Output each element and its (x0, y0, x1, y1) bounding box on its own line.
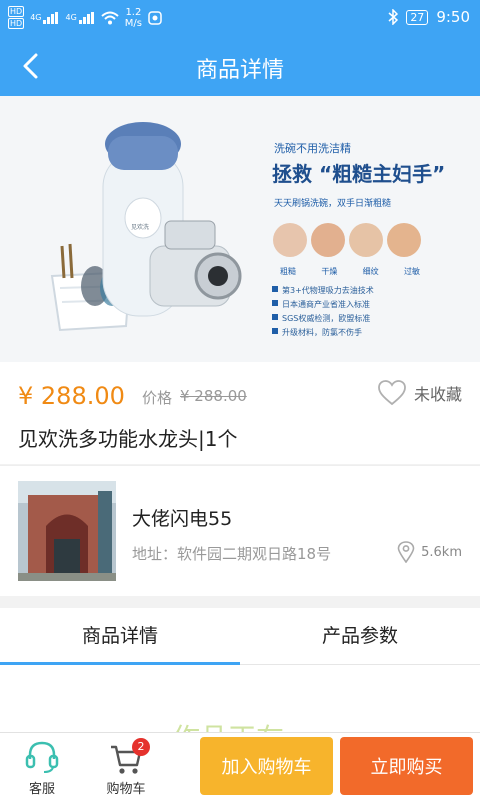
product-banner-image: 洗碗不用洗洁精 拯救 “粗糙主妇手” 天天刷锅洗碗，双手日渐粗糙 粗糙 干燥 细纹过… (0, 96, 480, 362)
detail-partial-text: 作品正在 (172, 717, 284, 732)
detail-tabs: 商品详情 产品参数 (0, 608, 480, 665)
favorite-button[interactable]: 未收藏 (378, 380, 462, 406)
network-type: 4G (65, 13, 77, 22)
add-to-cart-button[interactable]: 加入购物车 (200, 737, 333, 795)
headset-icon (25, 741, 59, 773)
banner-subline: 天天刷锅洗碗，双手日渐粗糙 (274, 199, 392, 209)
network-speed: 1.2 M/s (124, 6, 142, 29)
signal-icon (43, 11, 59, 24)
faucet-filter-icon (102, 122, 242, 317)
shop-distance: 5.6km (397, 541, 462, 563)
hd-badge: HD (8, 18, 25, 29)
cart-count-badge: 2 (132, 738, 150, 756)
banner-features: 第3+代物理吸力去油技术 日本通商产业省准入标准 SGS权威检测，欧盟标准 升级材料，… (282, 286, 374, 337)
page-title: 商品详情 (195, 58, 284, 83)
customer-service-button[interactable]: 客服 (2, 737, 82, 797)
shop-address: 地址：软件园二期观日路18号 (132, 545, 332, 563)
hand-swatch (349, 223, 383, 257)
hd-badge: HD (8, 6, 25, 17)
product-name: 见欢洗多功能水龙头|1个 (18, 427, 238, 451)
tab-product-params[interactable]: 产品参数 (240, 608, 480, 664)
brand-logo: 见欢洗 (131, 224, 150, 231)
network-type: 4G (30, 13, 42, 22)
clock: 9:50 (436, 8, 470, 26)
app-notification-icon (148, 10, 162, 25)
heart-icon (378, 380, 406, 406)
banner-tagline: 洗碗不用洗洁精 (274, 142, 351, 155)
shop-photo (18, 481, 116, 581)
product-illustration (50, 122, 421, 334)
shop-card[interactable]: 大佬闪电55 地址：软件园二期观日路18号 5.6km (0, 465, 480, 596)
product-price: ¥ 288.00 (18, 382, 125, 410)
tab-product-detail[interactable]: 商品详情 (0, 608, 240, 664)
original-price: ¥ 288.00 (180, 387, 247, 405)
battery-icon: 27 (406, 9, 429, 25)
hand-labels: 粗糙 干燥 细纹 过敏 (280, 267, 420, 276)
status-bar: HD HD 4G 4G 1.2 M/s 27 9:50 (0, 0, 480, 36)
location-pin-icon (397, 541, 415, 563)
original-price-label: 价格 (142, 389, 173, 407)
hd-indicators: HD HD (8, 6, 25, 29)
customer-service-label: 客服 (28, 782, 55, 797)
product-info: ¥ 288.00 价格 ¥ 288.00 未收藏 见欢洗多功能水龙头|1个 (0, 362, 480, 464)
cart-button[interactable]: 2 购物车 (86, 737, 166, 797)
hand-swatch (273, 223, 307, 257)
cart-label: 购物车 (106, 782, 146, 797)
hand-swatch (311, 223, 345, 257)
favorite-label: 未收藏 (413, 385, 462, 404)
buy-now-button[interactable]: 立即购买 (340, 737, 473, 795)
bluetooth-icon (388, 9, 399, 25)
detail-content: 作品正在 (0, 665, 480, 732)
banner-headline: 拯救 “粗糙主妇手” (272, 162, 446, 186)
signal-icon (78, 11, 95, 24)
shop-name: 大佬闪电55 (132, 508, 233, 530)
hand-swatch (387, 223, 421, 257)
wifi-icon (101, 11, 119, 24)
title-bar: 商品详情 (0, 36, 480, 96)
bottom-action-bar: 客服 2 购物车 加入购物车 立即购买 (0, 732, 480, 801)
